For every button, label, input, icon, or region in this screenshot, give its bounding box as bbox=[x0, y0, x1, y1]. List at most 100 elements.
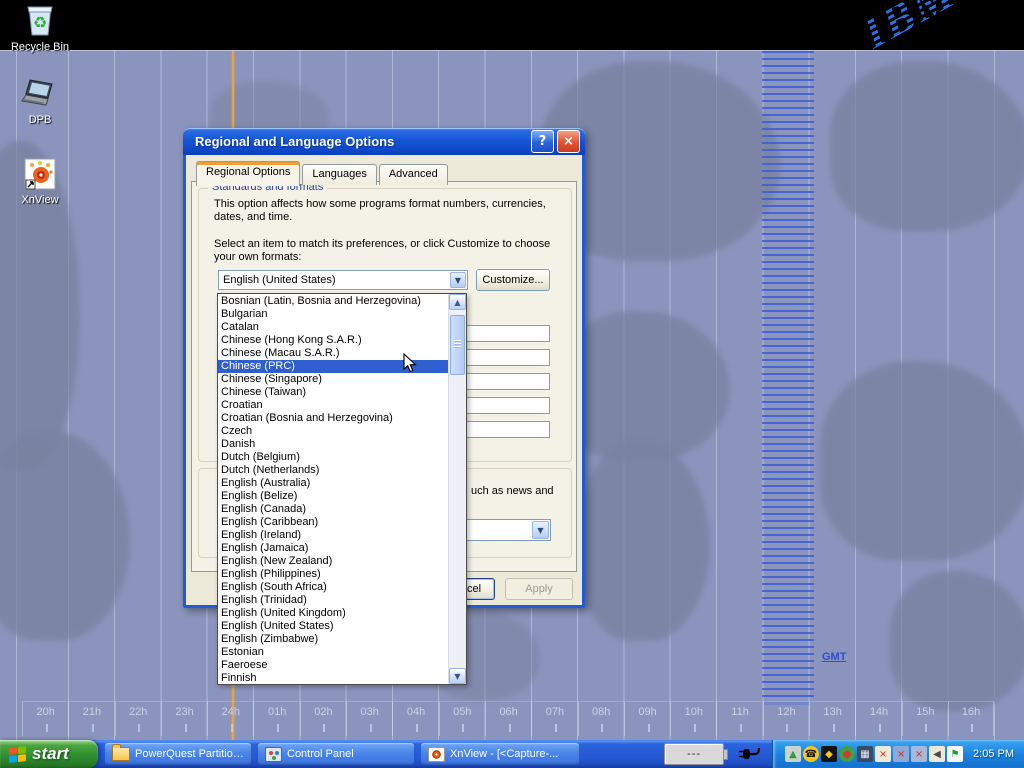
language-option[interactable]: Chinese (PRC) bbox=[218, 360, 448, 373]
language-option[interactable]: Finnish bbox=[218, 672, 448, 684]
timezone-label: 20h bbox=[22, 702, 68, 736]
taskbar-task-powerquest-partition[interactable]: PowerQuest Partition... bbox=[105, 743, 251, 765]
timezone-label: 12h bbox=[763, 702, 809, 736]
language-option[interactable]: English (Philippines) bbox=[218, 568, 448, 581]
language-option[interactable]: Croatian bbox=[218, 399, 448, 412]
remove-hardware-icon[interactable]: ▲ bbox=[785, 746, 801, 762]
language-option[interactable]: English (New Zealand) bbox=[218, 555, 448, 568]
language-option[interactable]: Danish bbox=[218, 438, 448, 451]
tab-regional-options[interactable]: Regional Options bbox=[196, 161, 300, 186]
close-button[interactable]: × bbox=[557, 130, 580, 153]
landmass-shape bbox=[830, 61, 1024, 231]
battery-maximiser-icon[interactable]: ◆ bbox=[821, 746, 837, 762]
landmass-shape bbox=[560, 311, 730, 461]
task-label: XnView - [<Capture-... bbox=[450, 748, 558, 760]
connection-status-icon[interactable]: ● bbox=[839, 746, 855, 762]
scroll-up-icon[interactable]: ▲ bbox=[449, 294, 466, 310]
list-scrollbar[interactable]: ▲ ▼ bbox=[448, 294, 466, 684]
scroll-down-icon[interactable]: ▼ bbox=[449, 668, 466, 684]
clock[interactable]: 2:05 PM bbox=[973, 748, 1014, 760]
timezone-label: 07h bbox=[531, 702, 577, 736]
signal-strength-off-icon[interactable]: × bbox=[875, 746, 891, 762]
language-option[interactable]: English (Belize) bbox=[218, 490, 448, 503]
scrollbar-thumb[interactable] bbox=[450, 315, 465, 375]
chevron-down-icon[interactable]: ▼ bbox=[450, 272, 466, 288]
tab-languages[interactable]: Languages bbox=[302, 164, 376, 185]
format-combobox[interactable]: English (United States) ▼ bbox=[218, 270, 468, 290]
timezone-label: 16h bbox=[948, 702, 994, 736]
display-off-icon[interactable]: × bbox=[893, 746, 909, 762]
desktop-icon-xnview[interactable]: XnView bbox=[4, 156, 76, 206]
language-option[interactable]: Bulgarian bbox=[218, 308, 448, 321]
language-option[interactable]: English (United States) bbox=[218, 620, 448, 633]
apply-button[interactable]: Apply bbox=[505, 578, 573, 600]
timezone-scale: 20h21h22h23h24h01h02h03h04h05h06h07h08h0… bbox=[22, 701, 994, 736]
timezone-label: 10h bbox=[670, 702, 716, 736]
task-label: PowerQuest Partition... bbox=[135, 748, 244, 760]
timezone-label: 24h bbox=[207, 702, 253, 736]
timezone-label: 15h bbox=[902, 702, 948, 736]
start-button[interactable]: start bbox=[0, 740, 98, 768]
icon-label: XnView bbox=[4, 194, 76, 206]
timezone-label: 22h bbox=[115, 702, 161, 736]
taskbar: start PowerQuest Partition... Control Pan… bbox=[0, 740, 1024, 768]
timezone-label: 08h bbox=[578, 702, 624, 736]
language-option[interactable]: English (South Africa) bbox=[218, 581, 448, 594]
icon-label: DPB bbox=[4, 114, 76, 126]
timezone-label: 14h bbox=[855, 702, 901, 736]
timezone-label: 09h bbox=[624, 702, 670, 736]
language-option[interactable]: Chinese (Singapore) bbox=[218, 373, 448, 386]
network-computers-icon[interactable]: ▦ bbox=[857, 746, 873, 762]
language-option[interactable]: Dutch (Netherlands) bbox=[218, 464, 448, 477]
wireless-off-icon[interactable]: × bbox=[911, 746, 927, 762]
language-list-items: Bosnian (Latin, Bosnia and Herzegovina)B… bbox=[218, 294, 448, 684]
desktop-icon-recycle-bin[interactable]: ♻ Recycle Bin bbox=[4, 3, 76, 53]
dialog-titlebar[interactable]: Regional and Language Options ? × bbox=[183, 128, 585, 155]
top-black-band: IBM bbox=[0, 0, 1024, 50]
language-option[interactable]: English (Canada) bbox=[218, 503, 448, 516]
timezone-label: 23h bbox=[161, 702, 207, 736]
taskbar-task-control-panel[interactable]: Control Panel bbox=[258, 743, 414, 765]
timezone-label: 13h bbox=[809, 702, 855, 736]
taskbar-task-xnview-capture[interactable]: XnView - [<Capture-... bbox=[421, 743, 579, 765]
language-option[interactable]: Dutch (Belgium) bbox=[218, 451, 448, 464]
volume-icon[interactable]: ◀ bbox=[929, 746, 945, 762]
language-option[interactable]: English (Trinidad) bbox=[218, 594, 448, 607]
language-option[interactable]: Chinese (Hong Kong S.A.R.) bbox=[218, 334, 448, 347]
language-option[interactable]: English (Caribbean) bbox=[218, 516, 448, 529]
phone-status-icon[interactable]: ☎ bbox=[803, 746, 819, 762]
format-combobox-value: English (United States) bbox=[223, 274, 336, 286]
timezone-label: 21h bbox=[68, 702, 114, 736]
language-option[interactable]: Estonian bbox=[218, 646, 448, 659]
battery-meter[interactable]: --- bbox=[664, 743, 724, 765]
language-option[interactable]: Chinese (Taiwan) bbox=[218, 386, 448, 399]
desktop-icon-dpb[interactable]: DPB bbox=[4, 78, 76, 126]
landmass-shape bbox=[890, 571, 1024, 711]
capture-flag-icon[interactable]: ⚑ bbox=[947, 746, 963, 762]
system-tray: ▲☎◆●▦×××◀⚑ 2:05 PM bbox=[772, 740, 1024, 768]
language-option[interactable]: English (Jamaica) bbox=[218, 542, 448, 555]
timezone-label: 04h bbox=[392, 702, 438, 736]
ibm-logo: IBM bbox=[853, 0, 965, 50]
taskbar-tasks: PowerQuest Partition... Control Panel XnVi… bbox=[98, 740, 579, 768]
language-option[interactable]: Bosnian (Latin, Bosnia and Herzegovina) bbox=[218, 295, 448, 308]
language-option[interactable]: Czech bbox=[218, 425, 448, 438]
language-option[interactable]: Croatian (Bosnia and Herzegovina) bbox=[218, 412, 448, 425]
timezone-label: 02h bbox=[300, 702, 346, 736]
language-option[interactable]: Catalan bbox=[218, 321, 448, 334]
customize-button[interactable]: Customize... bbox=[476, 269, 550, 291]
recycle-bin-icon: ♻ bbox=[23, 3, 57, 39]
language-option[interactable]: Chinese (Macau S.A.R.) bbox=[218, 347, 448, 360]
standards-description: This option affects how some programs fo… bbox=[214, 198, 562, 224]
dialog-tabs: Regional OptionsLanguagesAdvanced bbox=[196, 161, 450, 185]
timezone-label: 11h bbox=[716, 702, 762, 736]
language-option[interactable]: English (Zimbabwe) bbox=[218, 633, 448, 646]
tab-advanced[interactable]: Advanced bbox=[379, 164, 448, 185]
chevron-down-icon[interactable]: ▼ bbox=[532, 521, 549, 539]
language-option[interactable]: English (United Kingdom) bbox=[218, 607, 448, 620]
battery-text: --- bbox=[687, 748, 701, 760]
language-option[interactable]: English (Ireland) bbox=[218, 529, 448, 542]
help-button[interactable]: ? bbox=[531, 130, 554, 153]
language-option[interactable]: English (Australia) bbox=[218, 477, 448, 490]
language-option[interactable]: Faeroese bbox=[218, 659, 448, 672]
